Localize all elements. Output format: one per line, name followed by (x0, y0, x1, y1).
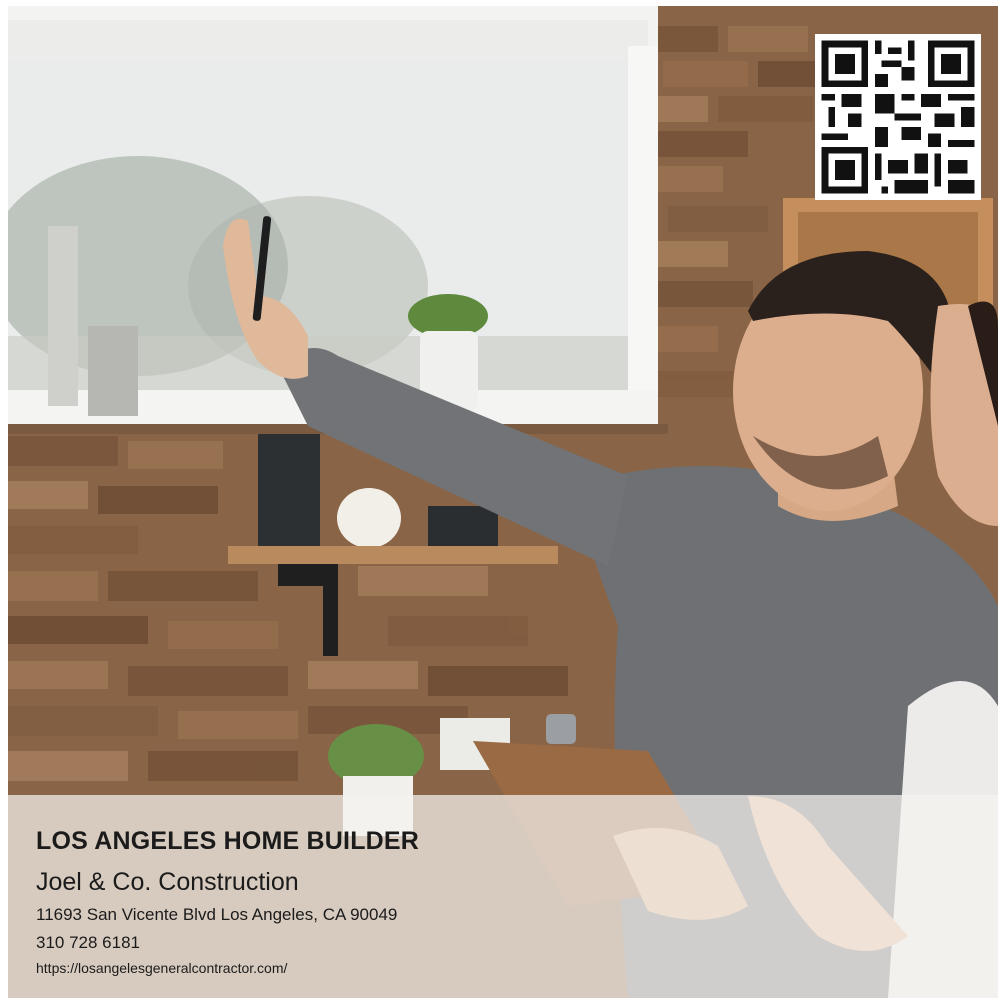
website-link[interactable]: https://losangelesgeneralcontractor.com/ (36, 960, 287, 976)
qr-code[interactable] (815, 34, 981, 200)
business-phone[interactable]: 310 728 6181 (36, 933, 140, 953)
business-title: LOS ANGELES HOME BUILDER (36, 827, 420, 855)
photo-card: LOS ANGELES HOME BUILDER Joel & Co. Cons… (8, 6, 998, 998)
business-info-panel: LOS ANGELES HOME BUILDER Joel & Co. Cons… (8, 795, 998, 998)
business-address: 11693 San Vicente Blvd Los Angeles, CA 9… (36, 905, 398, 924)
company-name: Joel & Co. Construction (36, 868, 299, 896)
